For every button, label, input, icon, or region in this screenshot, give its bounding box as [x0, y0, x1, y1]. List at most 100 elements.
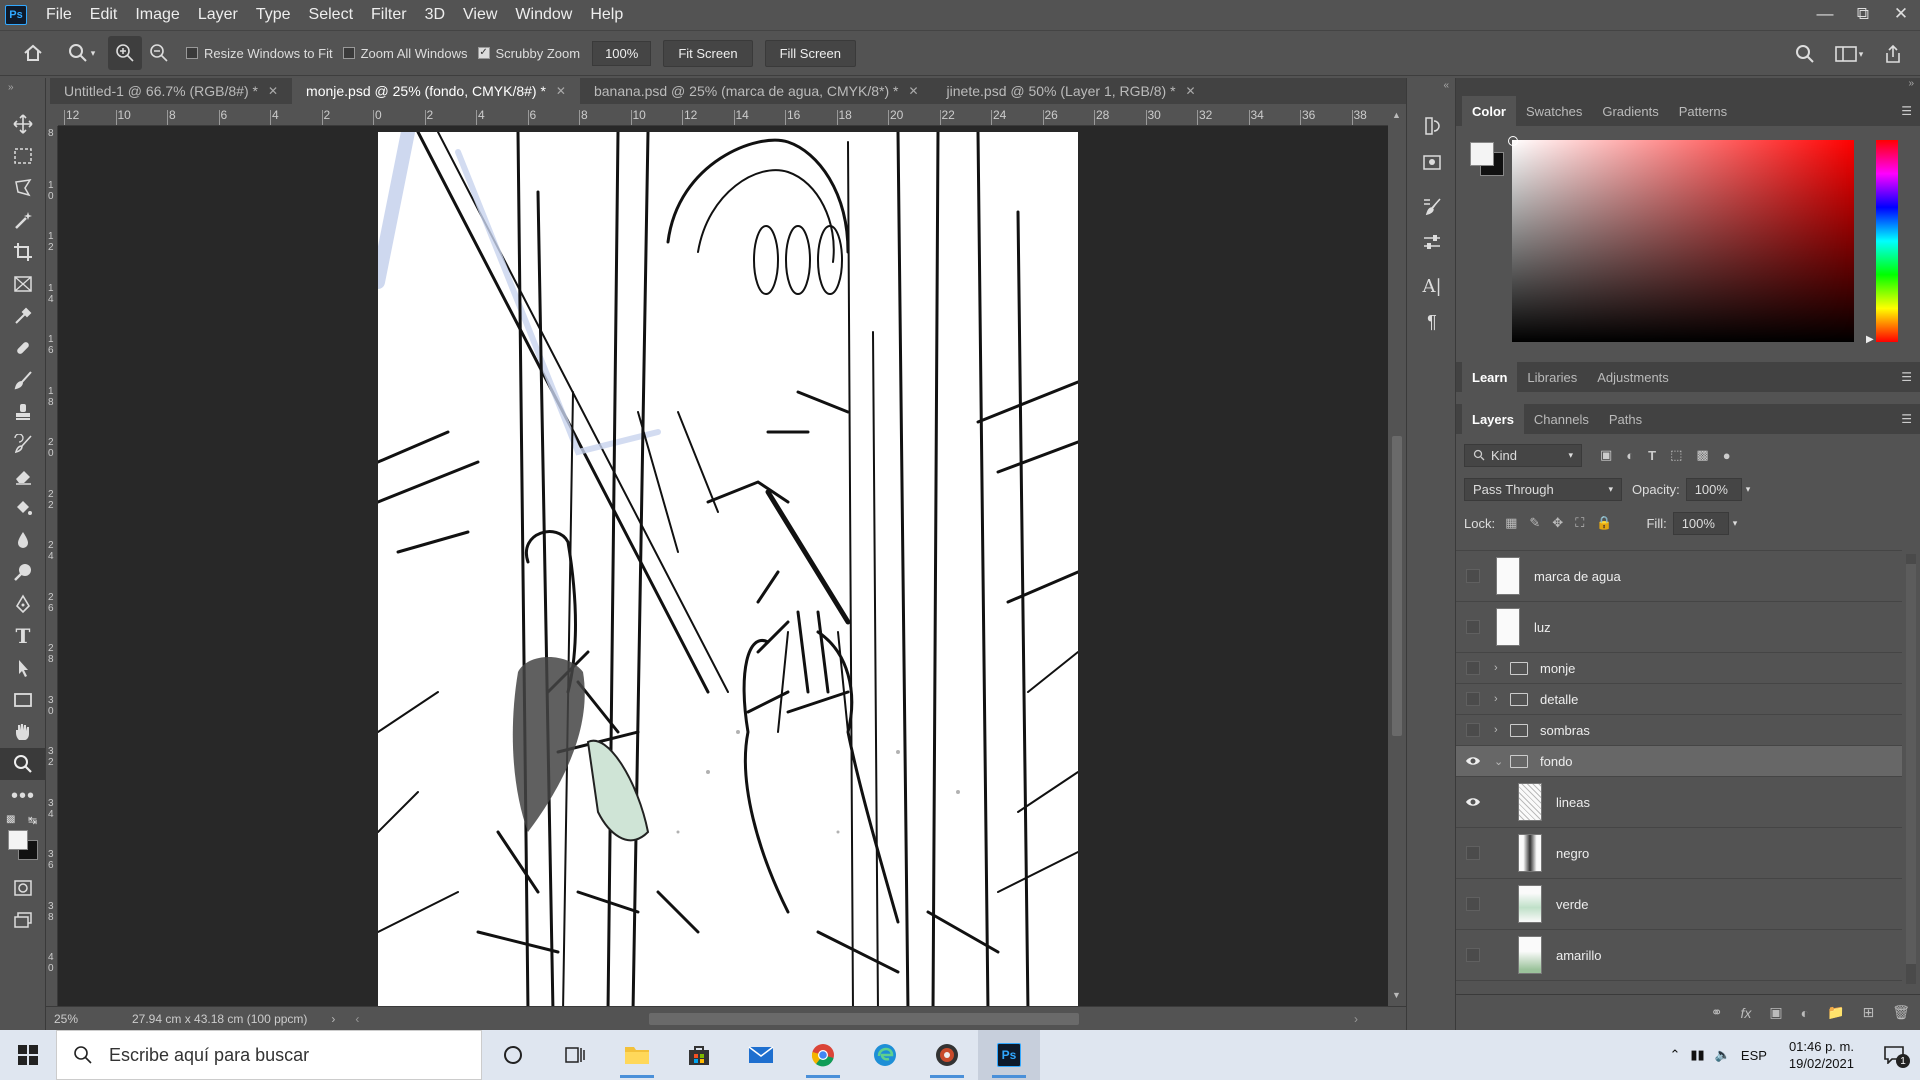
lock-position-icon[interactable]: ✥: [1552, 515, 1563, 531]
visibility-toggle[interactable]: [1456, 602, 1490, 652]
menu-window[interactable]: Window: [506, 0, 581, 30]
brush-tool-icon[interactable]: [0, 364, 46, 396]
layer-group-row[interactable]: › sombras: [1456, 715, 1902, 746]
task-view-icon[interactable]: [544, 1030, 606, 1080]
visibility-toggle[interactable]: [1456, 930, 1490, 980]
document-canvas[interactable]: [371, 126, 1080, 1006]
share-icon[interactable]: [1876, 37, 1910, 71]
panel-menu-icon[interactable]: ☰: [1901, 370, 1912, 384]
zoom-tool-icon[interactable]: [0, 748, 46, 780]
layers-scrollbar[interactable]: [1906, 554, 1916, 984]
hue-slider-handle[interactable]: ▶: [1866, 334, 1874, 345]
clone-stamp-tool-icon[interactable]: [0, 396, 46, 428]
move-tool-icon[interactable]: [0, 108, 46, 140]
tab-learn[interactable]: Learn: [1462, 362, 1518, 392]
hue-slider[interactable]: [1876, 140, 1898, 342]
lock-all-icon[interactable]: 🔒: [1596, 515, 1612, 531]
layer-group-row[interactable]: › monje: [1456, 653, 1902, 684]
quick-mask-icon[interactable]: [0, 872, 46, 904]
menu-filter[interactable]: Filter: [362, 0, 416, 30]
minimize-icon[interactable]: —: [1806, 0, 1844, 28]
tab-patterns[interactable]: Patterns: [1669, 96, 1737, 126]
file-explorer-icon[interactable]: [606, 1030, 668, 1080]
zoom-level[interactable]: 25%: [54, 1012, 104, 1026]
history-brush-tool-icon[interactable]: [0, 428, 46, 460]
layer-row[interactable]: luz: [1456, 602, 1902, 653]
layer-group-row[interactable]: ⌄ fondo: [1456, 746, 1902, 777]
paint-bucket-tool-icon[interactable]: [0, 492, 46, 524]
dodge-tool-icon[interactable]: [0, 556, 46, 588]
zoom-out-icon[interactable]: [142, 36, 176, 70]
search-icon[interactable]: [1788, 37, 1822, 71]
visibility-toggle[interactable]: [1456, 828, 1490, 878]
fill-dropdown-icon[interactable]: ▾: [1733, 518, 1738, 529]
chrome-icon[interactable]: [792, 1030, 854, 1080]
eyedropper-tool-icon[interactable]: [0, 300, 46, 332]
panel-menu-icon[interactable]: ☰: [1901, 412, 1912, 426]
clock[interactable]: 01:46 p. m. 19/02/2021: [1789, 1038, 1854, 1072]
language-indicator[interactable]: ESP: [1741, 1048, 1767, 1063]
filter-pixel-icon[interactable]: ▣: [1600, 447, 1612, 463]
layer-filter-select[interactable]: Kind ▾: [1464, 443, 1582, 467]
menu-type[interactable]: Type: [247, 0, 300, 30]
fill-screen-button[interactable]: Fill Screen: [764, 39, 856, 67]
cortana-icon[interactable]: [482, 1030, 544, 1080]
color-picker-handle[interactable]: [1508, 136, 1518, 146]
home-icon[interactable]: [16, 36, 50, 70]
menu-3d[interactable]: 3D: [416, 0, 454, 30]
scroll-left-icon[interactable]: ‹: [355, 1012, 359, 1026]
layer-row[interactable]: verde: [1456, 879, 1902, 930]
group-collapsed-chevron-icon[interactable]: ›: [1494, 693, 1506, 705]
close-icon[interactable]: ✕: [1882, 0, 1920, 28]
media-icon[interactable]: [916, 1030, 978, 1080]
add-mask-icon[interactable]: ▣: [1769, 1004, 1782, 1021]
tab-color[interactable]: Color: [1462, 96, 1516, 126]
zoom-all-windows-checkbox[interactable]: Zoom All Windows: [342, 46, 468, 61]
zoom-in-icon[interactable]: [108, 36, 142, 70]
visibility-toggle[interactable]: [1456, 746, 1490, 776]
menu-select[interactable]: Select: [300, 0, 362, 30]
new-group-icon[interactable]: 📁: [1827, 1004, 1844, 1021]
frame-tool-icon[interactable]: [0, 268, 46, 300]
lock-image-icon[interactable]: ✎: [1529, 515, 1540, 531]
document-tab[interactable]: banana.psd @ 25% (marca de agua, CMYK/8*…: [579, 78, 933, 104]
visibility-toggle[interactable]: [1456, 715, 1490, 745]
type-tool-icon[interactable]: T: [0, 620, 46, 652]
opacity-field[interactable]: 100%: [1685, 477, 1742, 501]
tab-swatches[interactable]: Swatches: [1516, 96, 1592, 126]
menu-view[interactable]: View: [454, 0, 506, 30]
horizontal-scroll-thumb[interactable]: [649, 1012, 1080, 1025]
close-tab-icon[interactable]: ✕: [908, 84, 918, 98]
scroll-right-icon[interactable]: ›: [1354, 1012, 1358, 1026]
group-collapsed-chevron-icon[interactable]: ›: [1494, 662, 1506, 674]
delete-layer-icon[interactable]: 🗑: [1892, 1004, 1910, 1021]
blur-tool-icon[interactable]: [0, 524, 46, 556]
color-panel-foreground-swatch[interactable]: [1470, 142, 1494, 166]
hand-tool-icon[interactable]: [0, 716, 46, 748]
visibility-toggle[interactable]: [1456, 684, 1490, 714]
close-tab-icon[interactable]: ✕: [1186, 84, 1196, 98]
marquee-tool-icon[interactable]: [0, 140, 46, 172]
link-layers-icon[interactable]: ⚭: [1711, 1004, 1723, 1021]
document-tab[interactable]: jinete.psd @ 50% (Layer 1, RGB/8) * ✕: [932, 78, 1210, 104]
zoom-tool-preset-icon[interactable]: ▾: [64, 36, 98, 70]
filter-adjustment-icon[interactable]: ◐: [1626, 448, 1634, 463]
pen-tool-icon[interactable]: [0, 588, 46, 620]
filter-toggle-icon[interactable]: ●: [1723, 448, 1731, 463]
tab-adjustments[interactable]: Adjustments: [1587, 362, 1679, 392]
visibility-toggle[interactable]: [1456, 551, 1490, 601]
group-collapsed-chevron-icon[interactable]: ›: [1494, 724, 1506, 736]
zoom-value-field[interactable]: 100%: [592, 40, 652, 66]
crop-tool-icon[interactable]: [0, 236, 46, 268]
tab-channels[interactable]: Channels: [1524, 404, 1599, 434]
close-tab-icon[interactable]: ✕: [556, 84, 566, 98]
character-panel-icon[interactable]: A|: [1407, 268, 1457, 304]
foreground-color-swatch[interactable]: [8, 830, 28, 850]
properties-panel-icon[interactable]: [1407, 144, 1457, 180]
saturation-value-field[interactable]: [1512, 140, 1854, 342]
tab-paths[interactable]: Paths: [1599, 404, 1652, 434]
menu-file[interactable]: File: [37, 0, 81, 30]
edge-icon[interactable]: [854, 1030, 916, 1080]
panel-menu-icon[interactable]: ☰: [1901, 104, 1912, 118]
volume-icon[interactable]: 🔈: [1715, 1047, 1731, 1063]
